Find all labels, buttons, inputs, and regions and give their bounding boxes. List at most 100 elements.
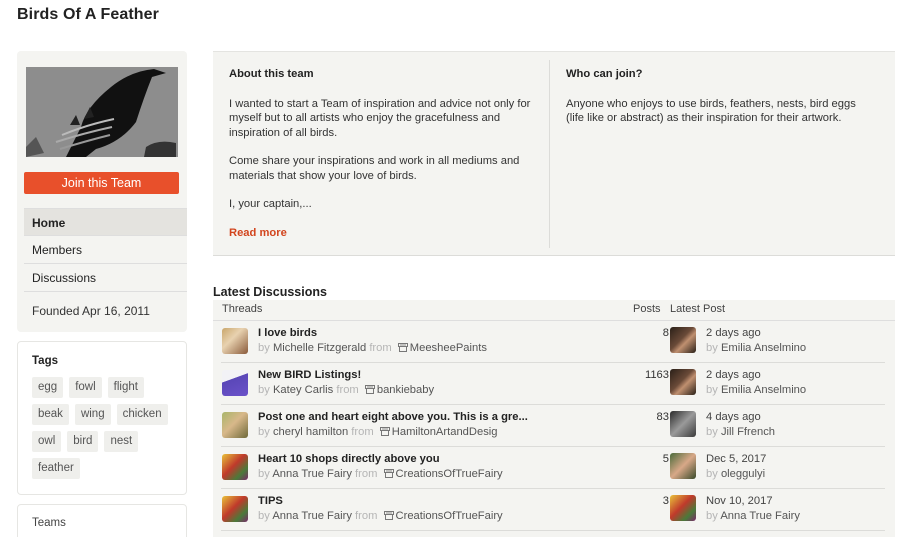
tag-wing[interactable]: wing <box>74 404 111 425</box>
thread-meta: by cheryl hamilton from HamiltonArtandDe… <box>258 426 508 438</box>
latest-poster-name-link[interactable]: Jill Ffrench <box>721 426 775 438</box>
latest-post-time: 2 days ago <box>706 327 761 339</box>
sidebar-item-home[interactable]: Home <box>24 208 187 236</box>
shop-name-link[interactable]: MeesheePaints <box>410 342 487 354</box>
thread-title-link[interactable]: New BIRD Listings! <box>258 369 361 381</box>
about-panel: About this team I wanted to start a Team… <box>213 51 895 256</box>
column-divider <box>549 60 550 248</box>
by-label: by <box>706 342 718 354</box>
sidebar-item-members[interactable]: Members <box>24 236 187 264</box>
latest-poster-name-link[interactable]: Anna True Fairy <box>720 510 800 522</box>
latest-poster-avatar[interactable] <box>670 369 696 395</box>
by-label: by <box>258 510 270 522</box>
tag-bird[interactable]: bird <box>67 431 99 452</box>
join-team-button[interactable]: Join this Team <box>24 172 179 194</box>
by-label: by <box>706 468 718 480</box>
author-avatar[interactable] <box>222 454 248 480</box>
author-name-link[interactable]: cheryl hamilton <box>273 426 348 438</box>
tag-beak[interactable]: beak <box>32 404 69 425</box>
latest-post-by: by Jill Ffrench <box>706 426 775 438</box>
column-header-threads: Threads <box>222 303 263 315</box>
tag-owl[interactable]: owl <box>32 431 62 452</box>
tag-feather[interactable]: feather <box>32 458 80 479</box>
author-avatar[interactable] <box>222 496 248 522</box>
team-banner-image <box>26 67 178 157</box>
shop-icon <box>379 427 390 436</box>
page-title: Birds Of A Feather <box>17 6 159 23</box>
by-label: by <box>258 468 270 480</box>
about-title: About this team <box>229 68 314 80</box>
team-sidebar-card: Join this Team Home Members Discussions … <box>17 51 187 332</box>
shop-icon <box>383 469 394 478</box>
about-paragraph: I, your captain,... <box>229 198 312 210</box>
table-row[interactable]: I love birds by Michelle Fitzgerald from… <box>221 321 885 363</box>
latest-poster-name-link[interactable]: Emilia Anselmino <box>721 342 806 354</box>
latest-poster-avatar[interactable] <box>670 453 696 479</box>
tag-nest[interactable]: nest <box>104 431 139 452</box>
from-label: from <box>351 426 374 438</box>
discussions-table: Threads Posts Latest Post I love birds b… <box>213 300 895 537</box>
from-label: from <box>355 468 378 480</box>
latest-poster-name-link[interactable]: Emilia Anselmino <box>721 384 806 396</box>
who-can-join: Who can join? Anyone who enjoys to use b… <box>566 67 876 126</box>
post-count: 83 <box>656 411 669 423</box>
table-row[interactable]: New BIRD Listings! by Katey Carlis from … <box>221 363 885 405</box>
from-label: from <box>369 342 392 354</box>
tag-fowl[interactable]: fowl <box>69 377 102 398</box>
latest-post-by: by Emilia Anselmino <box>706 342 806 354</box>
thread-title-link[interactable]: I love birds <box>258 327 317 339</box>
latest-poster-name-link[interactable]: oleggulyi <box>721 468 765 480</box>
thread-title-link[interactable]: TIPS <box>258 495 283 507</box>
bird-silhouette-icon <box>26 67 178 157</box>
thread-meta: by Anna True Fairy from CreationsOfTrueF… <box>258 510 508 522</box>
thread-title-link[interactable]: Post one and heart eight above you. This… <box>258 411 528 423</box>
column-header-posts: Posts <box>633 303 661 315</box>
sidebar-nav: Home Members Discussions Founded Apr 16,… <box>24 208 187 330</box>
tags-list: egg fowl flight beak wing chicken owl bi… <box>32 377 182 479</box>
thread-title-link[interactable]: Heart 10 shops directly above you <box>258 453 440 465</box>
latest-poster-avatar[interactable] <box>670 495 696 521</box>
from-label: from <box>355 510 378 522</box>
sidebar-item-discussions[interactable]: Discussions <box>24 264 187 292</box>
latest-post-time: 2 days ago <box>706 369 761 381</box>
about-paragraph: Come share your inspirations and work in… <box>229 155 520 182</box>
author-avatar[interactable] <box>222 328 248 354</box>
author-name-link[interactable]: Anna True Fairy <box>272 468 352 480</box>
latest-post-by: by oleggulyi <box>706 468 765 480</box>
tag-egg[interactable]: egg <box>32 377 64 398</box>
read-more-link[interactable]: Read more <box>229 226 539 241</box>
latest-post-time: Dec 5, 2017 <box>706 453 767 465</box>
shop-name-link[interactable]: bankiebaby <box>377 384 434 396</box>
column-header-latest-post: Latest Post <box>670 303 726 315</box>
by-label: by <box>258 384 270 396</box>
post-count: 1163 <box>644 369 669 381</box>
founded-date: Founded Apr 16, 2011 <box>32 304 150 318</box>
teams-label: Teams <box>32 517 66 529</box>
shop-name-link[interactable]: HamiltonArtandDesig <box>392 426 498 438</box>
latest-poster-avatar[interactable] <box>670 411 696 437</box>
shop-name-link[interactable]: CreationsOfTrueFairy <box>396 468 503 480</box>
author-name-link[interactable]: Anna True Fairy <box>272 510 352 522</box>
by-label: by <box>258 426 270 438</box>
tag-chicken[interactable]: chicken <box>116 404 168 425</box>
author-avatar[interactable] <box>222 370 248 396</box>
table-row[interactable]: TIPS by Anna True Fairy from CreationsOf… <box>221 489 885 531</box>
author-name-link[interactable]: Katey Carlis <box>273 384 333 396</box>
about-paragraph: I wanted to start a Team of inspiration … <box>229 97 531 139</box>
by-label: by <box>258 342 270 354</box>
about-this-team: About this team I wanted to start a Team… <box>229 67 539 240</box>
latest-post-time: Nov 10, 2017 <box>706 495 773 507</box>
author-avatar[interactable] <box>222 412 248 438</box>
post-count: 8 <box>662 327 669 339</box>
shop-name-link[interactable]: CreationsOfTrueFairy <box>396 510 503 522</box>
author-name-link[interactable]: Michelle Fitzgerald <box>273 342 366 354</box>
by-label: by <box>706 510 718 522</box>
tag-flight[interactable]: flight <box>107 377 144 398</box>
by-label: by <box>706 384 718 396</box>
latest-post-time: 4 days ago <box>706 411 761 423</box>
table-row[interactable]: Heart 10 shops directly above you by Ann… <box>221 447 885 489</box>
table-row[interactable]: Post one and heart eight above you. This… <box>221 405 885 447</box>
latest-poster-avatar[interactable] <box>670 327 696 353</box>
latest-post-by: by Emilia Anselmino <box>706 384 806 396</box>
latest-discussions-title: Latest Discussions <box>213 285 327 299</box>
